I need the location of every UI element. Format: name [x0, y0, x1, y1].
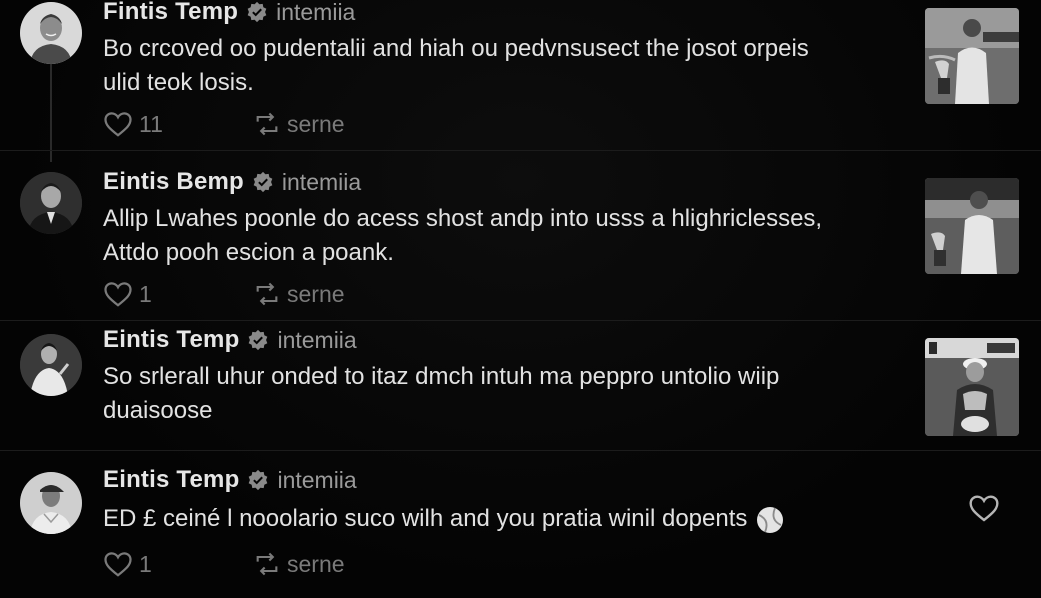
avatar-tennis-player-icon: [20, 334, 82, 396]
post-4[interactable]: Eintis Temp intemiia ED £ ceiné l nooola…: [0, 450, 1041, 598]
heart-outline-icon: [104, 282, 132, 307]
like-count: 11: [139, 110, 163, 137]
like-button[interactable]: 1: [103, 280, 253, 308]
post-text: Bo crcoved oo pudentalii and hiah ou ped…: [103, 32, 809, 100]
post-text: So srlerall uhur onded to itaz dmch intu…: [103, 360, 779, 428]
like-button[interactable]: 1: [103, 550, 253, 578]
tennis-player-cap-photo-icon: [925, 338, 1019, 436]
verified-badge-icon: [253, 171, 273, 193]
avatar-man-suit-icon: [20, 172, 82, 234]
author-name[interactable]: Eintis Bemp: [103, 168, 244, 196]
post-header: Eintis Bemp intemiia: [103, 168, 361, 196]
post-thumbnail[interactable]: [925, 8, 1019, 104]
verified-badge-icon: [247, 1, 267, 23]
author-handle[interactable]: intemiia: [277, 327, 356, 354]
post-text-line: Attdo pooh escion a poank.: [103, 239, 394, 266]
verified-badge-icon: [249, 329, 268, 351]
heart-outline-icon: [969, 495, 999, 522]
author-name[interactable]: Eintis Temp: [103, 466, 239, 494]
author-handle[interactable]: intemiia: [277, 467, 356, 494]
author-name[interactable]: Eintis Temp: [103, 326, 239, 354]
verified-badge-icon: [249, 469, 268, 491]
post-text-line: Allip Lwahes poonle do acess shost andp …: [103, 205, 823, 232]
post-actions: 11 serne: [103, 110, 345, 138]
heart-outline-icon: [104, 552, 132, 577]
post-text-line: Bo crcoved oo pudentalii and hiah ou ped…: [103, 35, 809, 62]
post-header: Eintis Temp intemiia: [103, 326, 357, 354]
share-label: serne: [287, 280, 345, 307]
like-button[interactable]: 11: [103, 110, 253, 138]
like-count: 1: [139, 280, 152, 307]
author-handle[interactable]: intemiia: [276, 0, 355, 26]
share-button[interactable]: serne: [253, 281, 345, 308]
share-button[interactable]: serne: [253, 111, 345, 138]
post-text-content: ED £ ceiné l nooolario suco wilh and you…: [103, 505, 748, 532]
tennis-ball-icon: [757, 506, 784, 533]
avatar-man-smiling-icon: [20, 2, 82, 64]
post-thumbnail[interactable]: [925, 178, 1019, 274]
repost-icon: [256, 112, 278, 136]
share-button[interactable]: serne: [253, 551, 345, 578]
tennis-player-trophy-photo-icon: [925, 178, 1019, 274]
tennis-player-trophy-photo-icon: [925, 8, 1019, 104]
author-avatar[interactable]: [20, 2, 82, 64]
author-avatar[interactable]: [20, 334, 82, 396]
share-label: serne: [287, 550, 345, 577]
author-name[interactable]: Fintis Temp: [103, 0, 238, 26]
post-header: Fintis Temp intemiia: [103, 0, 355, 26]
author-avatar[interactable]: [20, 172, 82, 234]
feed: Fintis Temp intemiia Bo crcoved oo puden…: [0, 0, 1041, 598]
repost-icon: [256, 282, 278, 306]
author-avatar[interactable]: [20, 472, 82, 534]
post-thumbnail[interactable]: [925, 338, 1019, 436]
heart-outline-icon: [104, 112, 132, 137]
post-text-line: duaisoose: [103, 397, 213, 424]
like-count: 1: [139, 550, 152, 577]
post-3[interactable]: Eintis Temp intemiia So srlerall uhur on…: [0, 320, 1041, 450]
post-2[interactable]: Eintis Bemp intemiia Allip Lwahes poonle…: [0, 150, 1041, 320]
post-actions: 1 serne: [103, 280, 345, 308]
post-text-line: ulid teok losis.: [103, 69, 254, 96]
share-label: serne: [287, 110, 345, 137]
post-actions: 1 serne: [103, 550, 345, 578]
repost-icon: [256, 552, 278, 576]
side-like-button[interactable]: [968, 493, 1000, 528]
post-header: Eintis Temp intemiia: [103, 466, 357, 494]
post-text: ED £ ceiné l nooolario suco wilh and you…: [103, 502, 785, 536]
author-handle[interactable]: intemiia: [282, 169, 361, 196]
post-text: Allip Lwahes poonle do acess shost andp …: [103, 202, 822, 270]
post-1[interactable]: Fintis Temp intemiia Bo crcoved oo puden…: [0, 0, 1041, 150]
post-text-line: ED £ ceiné l nooolario suco wilh and you…: [103, 502, 785, 536]
avatar-player-cap-icon: [20, 472, 82, 534]
post-text-line: So srlerall uhur onded to itaz dmch intu…: [103, 363, 780, 390]
